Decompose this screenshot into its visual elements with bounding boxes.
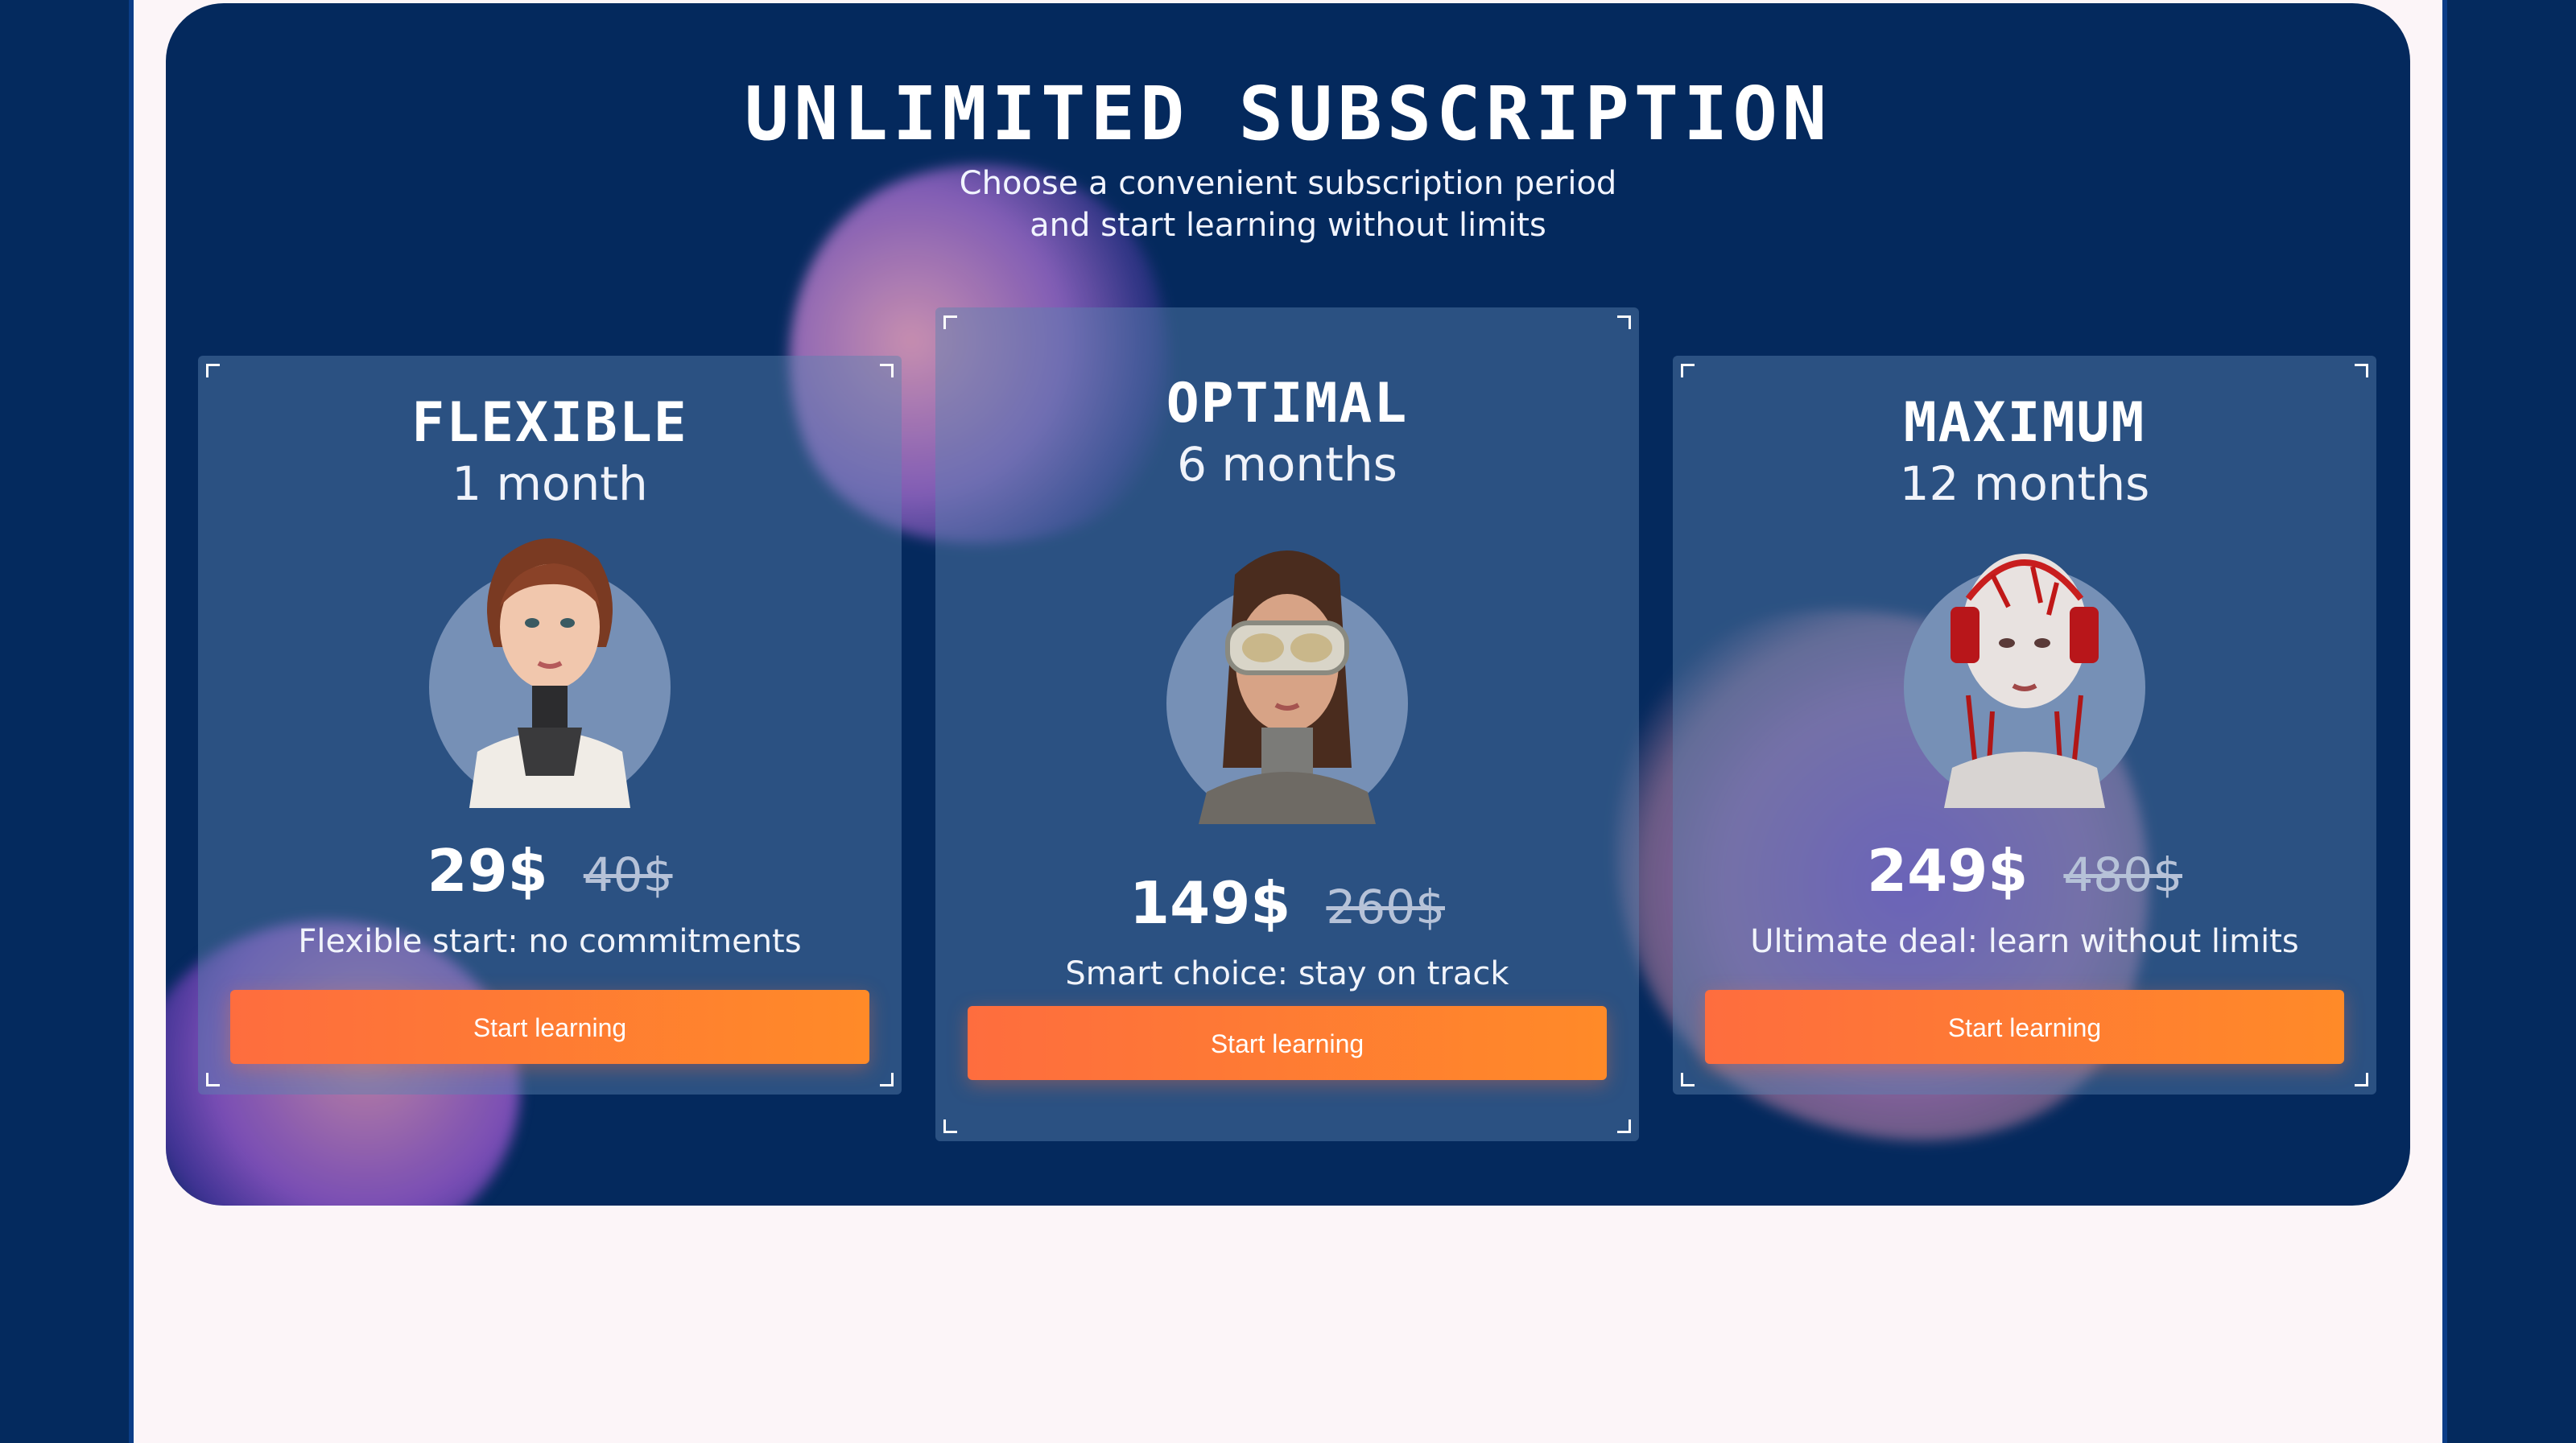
corner-bracket-icon xyxy=(943,1119,957,1133)
corner-bracket-icon xyxy=(1681,364,1695,377)
corner-bracket-icon xyxy=(1681,1073,1695,1086)
section-title: UNLIMITED SUBSCRIPTION xyxy=(744,71,1832,157)
corner-bracket-icon xyxy=(2355,1073,2368,1086)
plan-card-optimal: OPTIMAL 6 months 149$ 260$ Smart choice:… xyxy=(935,307,1639,1141)
start-learning-button[interactable]: Start learning xyxy=(1705,990,2344,1064)
corner-bracket-icon xyxy=(1617,1119,1631,1133)
old-price: 40$ xyxy=(583,847,673,902)
corner-bracket-icon xyxy=(206,1073,220,1086)
plan-name: MAXIMUM xyxy=(1903,391,2146,455)
plan-tagline: Ultimate deal: learn without limits xyxy=(1750,923,2299,960)
plan-card-maximum: MAXIMUM 12 months 249$ 480$ Ultimate dea… xyxy=(1673,356,2376,1095)
plan-name: OPTIMAL xyxy=(1166,372,1409,435)
start-learning-button[interactable]: Start learning xyxy=(230,990,869,1064)
old-price: 480$ xyxy=(2063,847,2182,902)
plan-tagline: Flexible start: no commitments xyxy=(298,923,802,960)
section-subtitle: Choose a convenient subscription period … xyxy=(166,163,2410,246)
red-cyborg-avatar xyxy=(1904,554,2145,808)
corner-bracket-icon xyxy=(880,1073,894,1086)
corner-bracket-icon xyxy=(206,364,220,377)
subtitle-line: and start learning without limits xyxy=(1030,207,1546,244)
corner-bracket-icon xyxy=(1617,315,1631,329)
plan-card-flexible: FLEXIBLE 1 month 29$ 40$ Flexible start:… xyxy=(198,356,902,1095)
plan-tagline: Smart choice: stay on track xyxy=(1065,955,1509,992)
subtitle-line: Choose a convenient subscription period xyxy=(959,165,1617,202)
price: 29$ xyxy=(427,837,548,905)
price: 249$ xyxy=(1867,837,2029,905)
price-row: 149$ 260$ xyxy=(935,869,1639,937)
corner-bracket-icon xyxy=(880,364,894,377)
plan-period: 12 months xyxy=(1899,456,2150,511)
plan-name: FLEXIBLE xyxy=(411,391,688,455)
corner-bracket-icon xyxy=(943,315,957,329)
price-row: 29$ 40$ xyxy=(198,837,902,905)
goggles-woman-avatar xyxy=(1166,550,1408,824)
robot-woman-avatar xyxy=(429,538,671,808)
price-row: 249$ 480$ xyxy=(1673,837,2376,905)
price: 149$ xyxy=(1129,869,1291,937)
plan-period: 1 month xyxy=(452,456,648,511)
plan-period: 6 months xyxy=(1177,437,1397,492)
corner-bracket-icon xyxy=(2355,364,2368,377)
old-price: 260$ xyxy=(1326,880,1445,934)
subscription-section: UNLIMITED SUBSCRIPTION Choose a convenie… xyxy=(166,3,2410,1206)
start-learning-button[interactable]: Start learning xyxy=(968,1006,1607,1080)
